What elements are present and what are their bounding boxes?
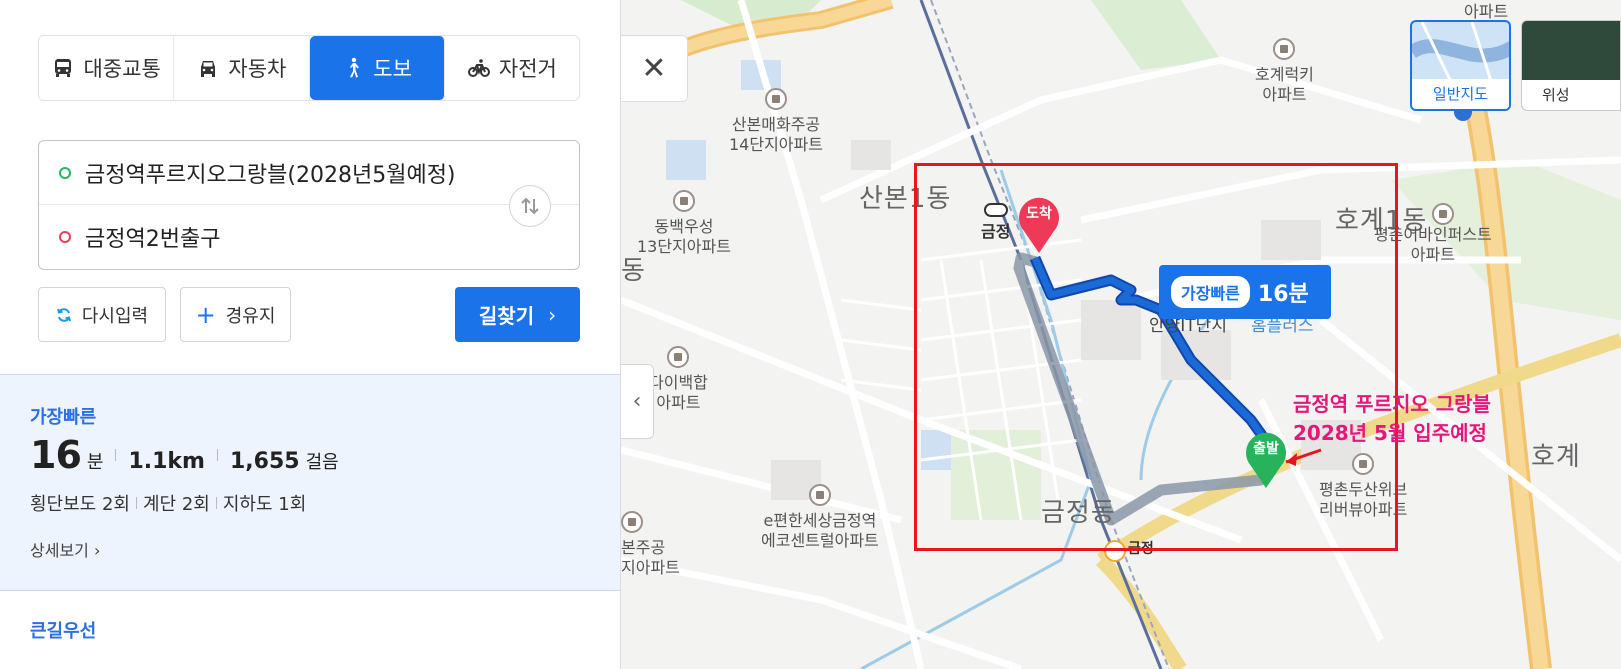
poi-name: 산본매화주공 14단지아파트 (729, 115, 823, 154)
tab-walk[interactable]: 도보 (309, 36, 445, 100)
poi-name: 동백우성 13단지아파트 (637, 217, 731, 256)
poi-label[interactable]: 아파트 (1464, 2, 1508, 22)
close-button[interactable]: ✕ (621, 35, 688, 102)
result-minutes: 16 (30, 433, 82, 477)
chevron-left-icon: ‹ (632, 389, 642, 414)
poi-label[interactable]: e편한세상금정역 에코센트럴아파트 (761, 484, 879, 551)
pin-label: 출발 (1253, 441, 1279, 457)
divider (216, 449, 218, 461)
route-result-fastest[interactable]: 가장빠른 16 분 1.1km 1,655 걸음 횡단보도 2회 계단 2회 지… (0, 374, 620, 591)
poi-name: 호계럭키 아파트 (1255, 65, 1314, 104)
collapse-panel-button[interactable]: ‹ (621, 364, 654, 439)
maptype-satellite-label: 위성 (1522, 80, 1620, 110)
poi-name: 다이백합 아파트 (649, 373, 708, 412)
origin-pin[interactable]: 출발 (1243, 430, 1289, 488)
route-inputs: 금정역푸르지오그랑블(2028년5월예정) 금정역2번출구 (38, 140, 580, 270)
apartment-icon (672, 190, 695, 212)
destination-dot-icon (59, 231, 71, 243)
car-icon (201, 61, 216, 77)
search-route-button[interactable]: 길찾기 › (455, 287, 580, 342)
maptype-normal-label: 일반지도 (1412, 79, 1509, 109)
swap-arrows-icon (521, 197, 539, 215)
refresh-icon (56, 307, 71, 322)
apartment-icon (808, 484, 831, 506)
result-label: 가장빠른 (30, 407, 97, 428)
poi-label[interactable]: 본주공 지아파트 (621, 511, 680, 578)
reset-label: 다시입력 (81, 305, 149, 327)
annotation-text: 금정역 푸르지오 그랑블 2028년 5월 입주예정 (1293, 390, 1491, 448)
poi-label[interactable]: 산본매화주공 14단지아파트 (729, 88, 823, 155)
transport-mode-tabs: 대중교통 자동차 도보 자전거 (38, 35, 580, 101)
result-stats: 16 분 1.1km 1,655 걸음 (30, 433, 339, 477)
route-time-bubble[interactable]: 가장빠른 16분 (1159, 265, 1331, 319)
tab-label: 대중교통 (83, 57, 161, 81)
details-link-label: 상세보기 (30, 541, 89, 560)
directions-panel: 대중교통 자동차 도보 자전거 금정역푸르지오그랑블(2028년5월예정) 금정… (0, 0, 621, 669)
origin-field[interactable]: 금정역푸르지오그랑블(2028년5월예정) (39, 141, 579, 205)
apartment-icon (1273, 38, 1296, 60)
poi-label[interactable]: 다이백합 아파트 (649, 346, 708, 413)
maptype-normal-button[interactable]: 일반지도 (1410, 20, 1511, 111)
detail-underpass: 지하도 1회 (222, 494, 307, 515)
close-icon: ✕ (641, 51, 667, 86)
divider (215, 497, 217, 509)
tab-label: 자전거 (498, 57, 557, 81)
route-type-tag: 가장빠른 (1171, 276, 1250, 308)
destination-text: 금정역2번출구 (85, 227, 221, 252)
map-thumbnail (1412, 22, 1509, 84)
poi-label[interactable]: 호계럭키 아파트 (1255, 38, 1314, 105)
annotation-line: 금정역 푸르지오 그랑블 (1293, 392, 1491, 416)
divider (135, 497, 137, 509)
origin-text: 금정역푸르지오그랑블(2028년5월예정) (85, 162, 456, 188)
destination-pin[interactable]: 도착 (1016, 195, 1062, 253)
search-label: 길찾기 (478, 304, 535, 328)
annotation-line: 2028년 5월 입주예정 (1293, 421, 1487, 445)
route-result-main-road[interactable]: 큰길우선 (30, 617, 96, 643)
apartment-icon (1432, 203, 1454, 225)
tab-bicycle[interactable]: 자전거 (445, 36, 579, 100)
swap-button[interactable] (509, 185, 551, 227)
poi-label[interactable]: 동백우성 13단지아파트 (637, 190, 731, 257)
chevron-right-icon: › (548, 302, 557, 327)
tab-car[interactable]: 자동차 (174, 36, 310, 100)
highlight-box (914, 163, 1398, 551)
chevron-right-icon: › (93, 541, 101, 560)
detail-stairs: 계단 2회 (142, 494, 210, 515)
district-label: 호계 (1531, 442, 1581, 472)
waypoint-label: 경유지 (225, 305, 276, 327)
tab-label: 도보 (373, 57, 412, 81)
apartment-icon (667, 346, 690, 368)
tab-label: 자동차 (228, 57, 287, 81)
reset-button[interactable]: 다시입력 (38, 287, 166, 342)
destination-field[interactable]: 금정역2번출구 (39, 205, 579, 269)
poi-name: e편한세상금정역 에코센트럴아파트 (761, 511, 879, 550)
origin-dot-icon (59, 166, 71, 179)
plus-icon: + (195, 300, 216, 329)
detail-crosswalk: 횡단보도 2회 (30, 494, 130, 515)
result-steps-unit: 걸음 (305, 452, 339, 473)
result-minutes-unit: 분 (86, 452, 104, 473)
bus-icon (55, 59, 72, 77)
poi-name: 본주공 지아파트 (621, 538, 680, 577)
add-waypoint-button[interactable]: + 경유지 (180, 287, 291, 342)
bicycle-icon (467, 59, 490, 77)
apartment-icon (764, 88, 787, 110)
route-time-value: 16분 (1257, 282, 1309, 307)
maptype-satellite-button[interactable]: 위성 (1521, 20, 1621, 111)
result-details: 횡단보도 2회 계단 2회 지하도 1회 (30, 490, 306, 516)
result-steps: 1,655 (229, 449, 300, 474)
pin-label: 도착 (1026, 206, 1052, 222)
map-view[interactable]: 산본1동 호계1동 금정동 호계 동 금정 금정 산본매화주공 14단지아파트 … (621, 0, 1621, 669)
result-distance: 1.1km (128, 449, 205, 474)
walk-icon (350, 57, 360, 78)
tab-transit[interactable]: 대중교통 (39, 36, 175, 100)
details-link[interactable]: 상세보기 › (30, 537, 100, 561)
apartment-icon (621, 511, 643, 533)
divider (115, 449, 117, 461)
